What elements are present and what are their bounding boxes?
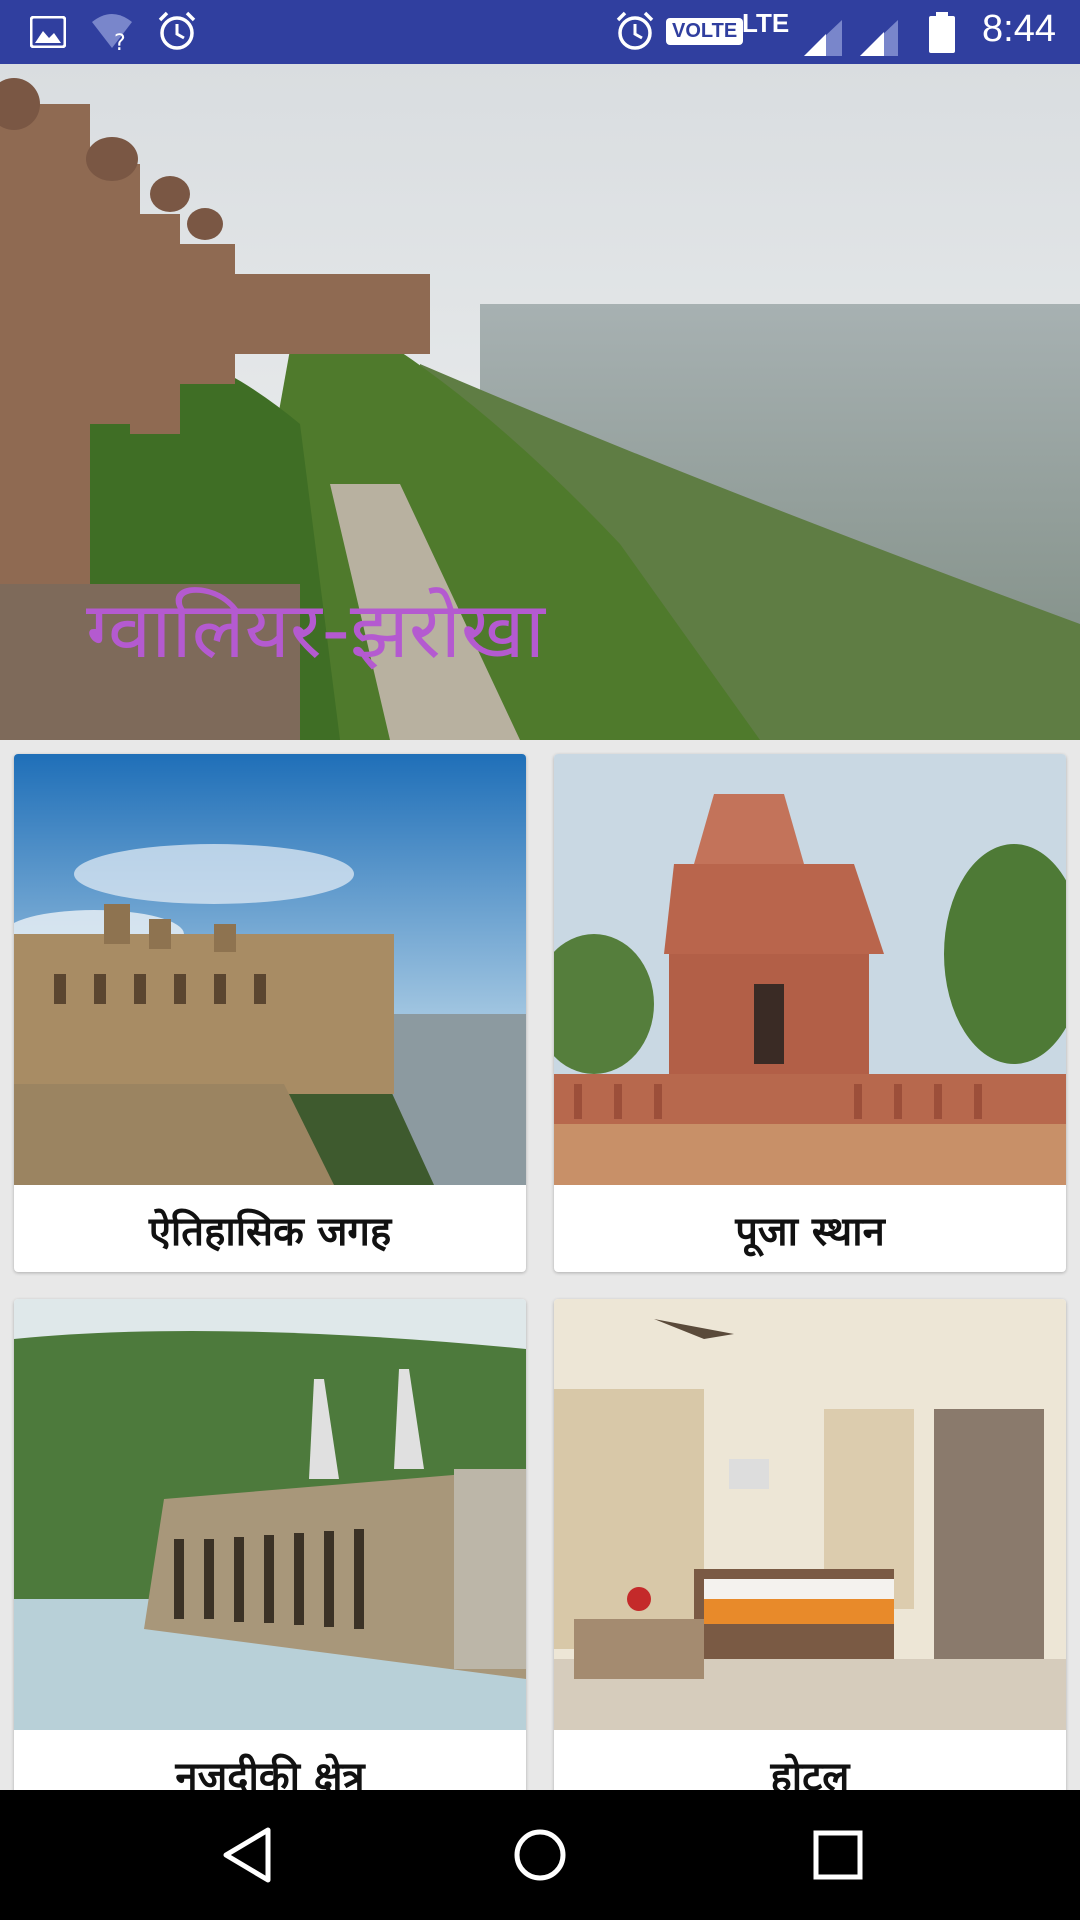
card-nearby-areas[interactable]: नजदीकी क्षेत्र [14,1299,526,1790]
back-icon[interactable] [206,1820,286,1890]
alarm-icon [158,11,196,50]
hotels-image [554,1299,1066,1730]
card-places-of-worship[interactable]: पूजा स्थान [554,754,1066,1272]
clock: 8:44 [982,8,1056,50]
hero-banner: ग्वालियर-झरोखा [0,64,1080,740]
wifi-question-icon: ? [92,14,132,52]
navigation-bar [0,1790,1080,1920]
places-of-worship-image [554,754,1066,1185]
signal-icon [804,20,842,56]
recents-icon[interactable] [798,1820,878,1890]
category-grid: ऐतिहासिक जगह पूजा स्थान नजदीकी क्षेत्र ह… [0,740,1080,1790]
image-icon [30,16,66,48]
volte-badge: VOLTE [666,18,744,45]
card-hotels[interactable]: होटल [554,1299,1066,1790]
nearby-areas-image [14,1299,526,1730]
status-bar: ? VOLTE LTE 8:44 [0,0,1080,64]
app-title: ग्वालियर-झरोखा [86,586,545,676]
card-label: नजदीकी क्षेत्र [175,1754,365,1790]
card-label: होटल [770,1754,850,1790]
battery-icon [929,12,955,53]
signal-icon [860,20,898,56]
home-icon[interactable] [500,1820,580,1890]
card-label: ऐतिहासिक जगह [148,1209,392,1255]
svg-text:?: ? [114,31,126,52]
card-label: पूजा स्थान [735,1209,885,1255]
alarm-icon [616,11,654,50]
card-historical-places[interactable]: ऐतिहासिक जगह [14,754,526,1272]
historical-places-image [14,754,526,1185]
lte-label: LTE [742,8,790,38]
